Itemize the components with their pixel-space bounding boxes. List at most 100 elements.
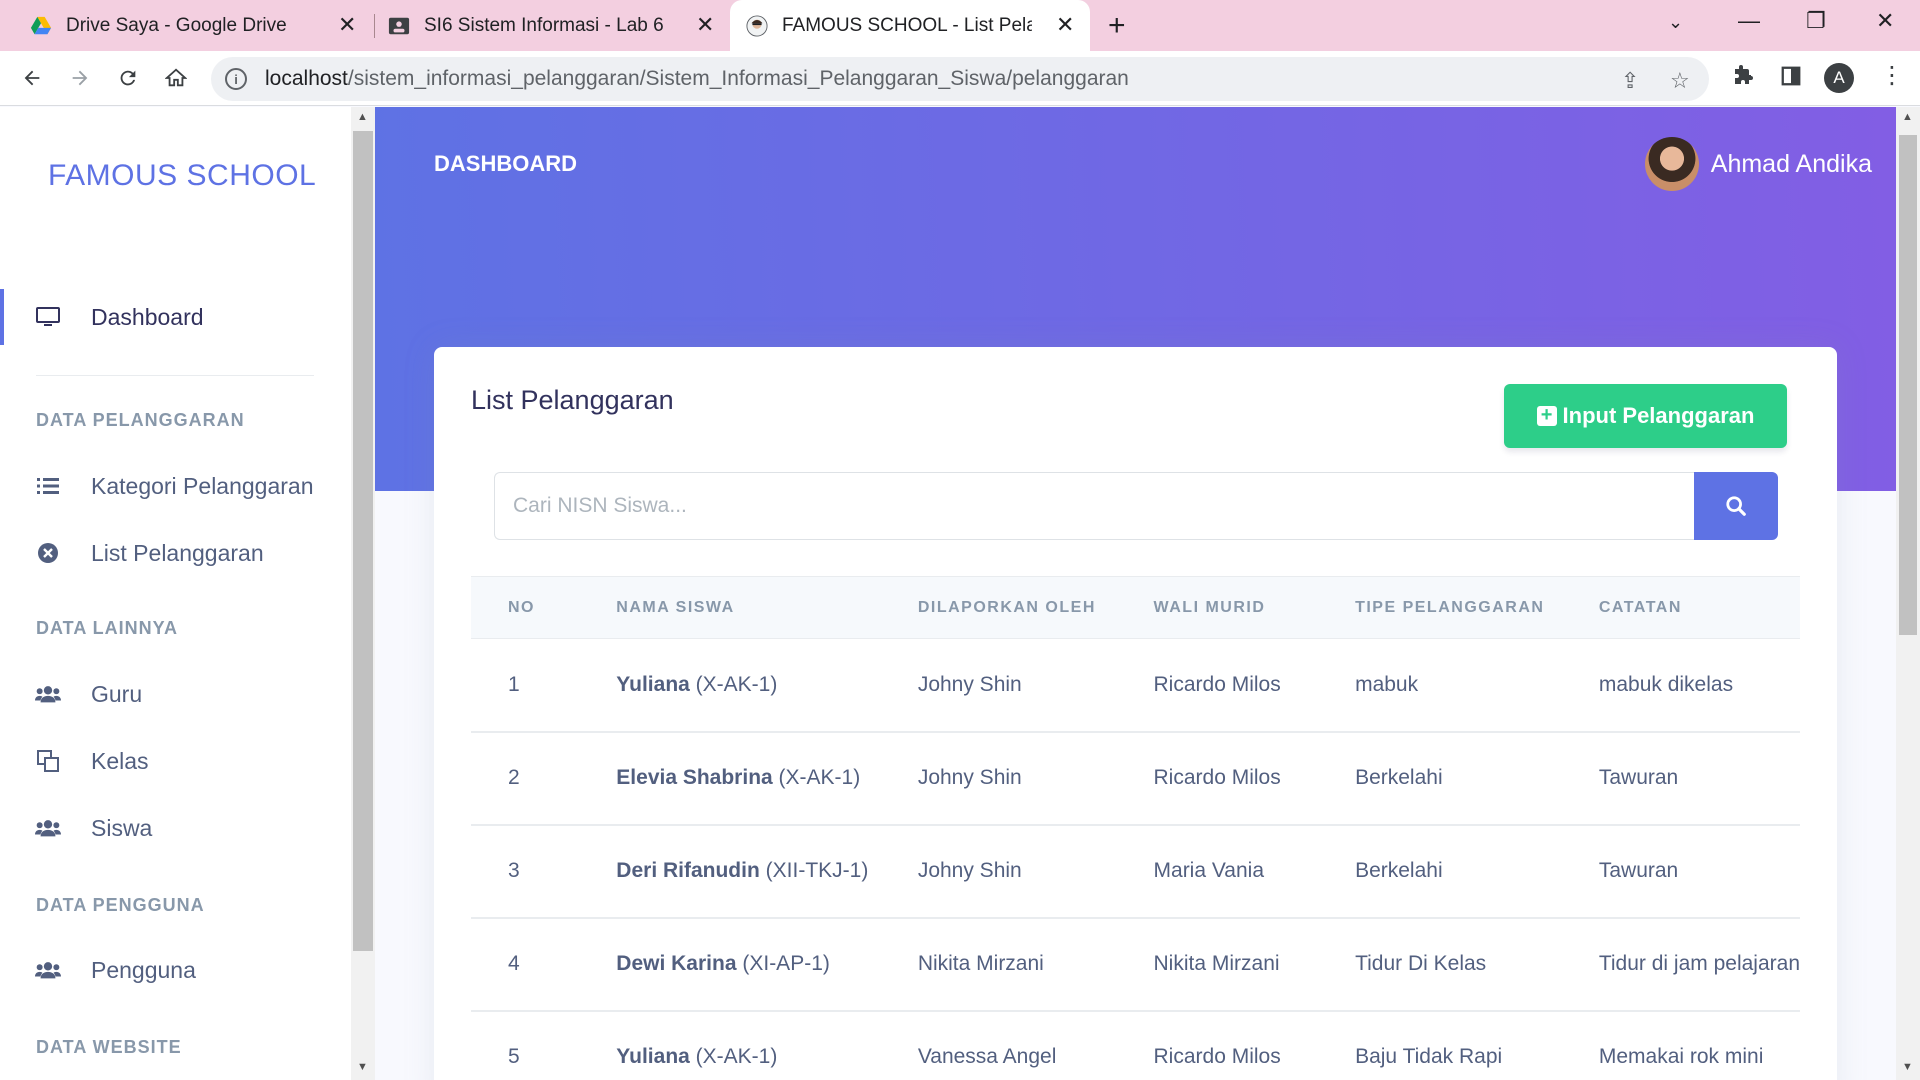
sidebar-item-label: Kategori Pelanggaran [91,472,314,499]
close-icon[interactable]: ✕ [338,12,356,38]
new-tab-button[interactable]: + [1108,9,1126,43]
cell-type: Tidur Di Kelas [1355,952,1487,975]
table-row[interactable]: 2 Elevia Shabrina (X-AK-1) Johny Shin Ri… [471,732,1800,825]
browser-tab-bar: Drive Saya - Google Drive ✕ SI6 Sistem I… [0,0,1920,51]
table-row[interactable]: 3 Deri Rifanudin (XII-TKJ-1) Johny Shin … [471,825,1800,918]
table-row[interactable]: 1 Yuliana (X-AK-1) Johny Shin Ricardo Mi… [471,639,1800,732]
tab-google-drive[interactable]: Drive Saya - Google Drive ✕ [18,0,358,51]
cell-reporter: Nikita Mirzani [917,952,1044,975]
list-card: List Pelanggaran + Input Pelanggaran NO … [434,347,1837,1080]
section-heading-data-website: DATA WEBSITE [36,1037,182,1057]
scroll-up-arrow-icon[interactable]: ▲ [1902,111,1913,123]
section-heading-data-pelanggaran: DATA PELANGGARAN [36,410,245,430]
cell-guardian: Ricardo Milos [1153,1045,1281,1068]
home-button[interactable] [160,62,192,94]
column-header-wali-murid: WALI MURID [1116,576,1319,639]
scrollbar-thumb[interactable] [1899,135,1917,635]
column-header-no: NO [471,576,580,639]
clone-icon [35,750,61,772]
tab-title: Drive Saya - Google Drive [66,14,287,36]
sidebar-item-dashboard[interactable]: Dashboard [0,289,351,345]
cell-note: Tidur di jam pelajaran [1598,952,1800,975]
window-close-icon[interactable]: ✕ [1876,8,1894,34]
cell-guardian: Ricardo Milos [1153,672,1281,696]
reload-icon [120,70,136,86]
address-bar[interactable]: i localhost/sistem_informasi_pelanggaran… [211,57,1709,101]
scroll-down-arrow-icon[interactable]: ▼ [1902,1061,1913,1073]
reload-button[interactable] [112,62,144,94]
table-header-row: NO NAMA SISWA DILAPORKAN OLEH WALI MURID… [471,576,1800,639]
tab-title: SI6 Sistem Informasi - Lab 6 [424,14,664,36]
column-header-tipe-pelanggaran: TIPE PELANGGARAN [1318,576,1562,639]
sidebar-item-list-pelanggaran[interactable]: List Pelanggaran [0,525,351,581]
search-button[interactable] [1694,472,1778,540]
scroll-up-arrow-icon[interactable]: ▲ [357,111,368,123]
cell-note: Tawuran [1598,766,1679,789]
close-icon[interactable]: ✕ [1056,12,1074,38]
page-scrollbar[interactable]: ▲ ▼ [1896,107,1920,1080]
bookmark-star-icon[interactable]: ☆ [1670,68,1690,94]
cell-no: 1 [508,672,520,696]
classroom-icon [388,17,410,34]
student-name: Yuliana [616,672,690,696]
tab-separator [374,14,375,38]
minimize-icon[interactable]: — [1738,8,1760,34]
user-menu[interactable]: Ahmad Andika [1644,137,1872,191]
scrollbar-thumb[interactable] [353,131,373,951]
table-row[interactable]: 5 Yuliana (X-AK-1) Vanessa Angel Ricardo… [471,1011,1800,1080]
profile-avatar[interactable]: A [1824,63,1854,93]
list-icon [35,477,61,495]
scroll-down-arrow-icon[interactable]: ▼ [357,1061,368,1073]
input-pelanggaran-button[interactable]: + Input Pelanggaran [1504,384,1787,448]
cell-guardian: Nikita Mirzani [1153,952,1280,975]
section-heading-data-pengguna: DATA PENGGUNA [36,895,205,915]
tab-famous-school[interactable]: FAMOUS SCHOOL - List Pelangg ✕ [730,0,1090,51]
brand-logo-text[interactable]: FAMOUS SCHOOL [48,159,316,193]
sidebar-item-pengguna[interactable]: Pengguna [0,942,351,998]
sidebar-item-label: Guru [91,680,143,707]
avatar [1644,137,1699,191]
cell-reporter: Johny Shin [917,859,1022,882]
pelanggaran-table: NO NAMA SISWA DILAPORKAN OLEH WALI MURID… [471,576,1800,1080]
cell-reporter: Johny Shin [917,766,1022,789]
users-icon [35,684,61,704]
forward-button[interactable] [64,62,96,94]
search-icon [1726,496,1746,516]
google-drive-icon [30,16,52,34]
sidebar-item-kategori-pelanggaran[interactable]: Kategori Pelanggaran [0,458,351,514]
users-icon [35,960,61,980]
search-input[interactable] [494,472,1694,540]
close-icon[interactable]: ✕ [696,12,714,38]
users-icon [35,818,61,838]
table-row[interactable]: 4 Dewi Karina (XI-AP-1) Nikita Mirzani N… [471,918,1800,1011]
restore-icon[interactable]: ❐ [1806,8,1826,34]
cell-note: Memakai rok mini [1598,1045,1764,1068]
sidebar-item-siswa[interactable]: Siswa [0,800,351,856]
cell-student: Dewi Karina (XI-AP-1) [579,918,881,1011]
page-title[interactable]: DASHBOARD [434,151,577,177]
tab-lab6[interactable]: SI6 Sistem Informasi - Lab 6 ✕ [376,0,716,51]
cell-type: Berkelahi [1355,859,1443,882]
info-icon[interactable]: i [225,68,247,90]
back-button[interactable] [16,62,48,94]
cell-no: 4 [508,952,520,975]
cell-student: Deri Rifanudin (XII-TKJ-1) [579,825,881,918]
chevron-down-icon[interactable]: ⌄ [1668,12,1683,33]
tab-title: FAMOUS SCHOOL - List Pelangg [782,14,1032,36]
share-icon[interactable]: ⇪ [1621,68,1639,94]
cell-type: Berkelahi [1355,766,1443,789]
sidebar-item-guru[interactable]: Guru [0,666,351,722]
student-name: Deri Rifanudin [616,859,760,882]
extensions-icon[interactable] [1731,64,1755,88]
cell-guardian: Ricardo Milos [1153,766,1281,789]
sidebar-item-kelas[interactable]: Kelas [0,733,351,789]
menu-dots-icon[interactable]: ⋮ [1880,61,1904,90]
cell-type: mabuk [1355,672,1419,696]
column-header-catatan: CATATAN [1561,576,1800,639]
cell-guardian: Maria Vania [1153,859,1265,882]
sidebar-scrollbar[interactable]: ▲ ▼ [351,107,375,1080]
sidebar-item-label: Pengguna [91,956,196,983]
side-panel-icon[interactable] [1780,65,1802,87]
monitor-icon [35,306,61,328]
sidebar: FAMOUS SCHOOL Dashboard DATA PELANGGARAN… [0,107,351,1080]
